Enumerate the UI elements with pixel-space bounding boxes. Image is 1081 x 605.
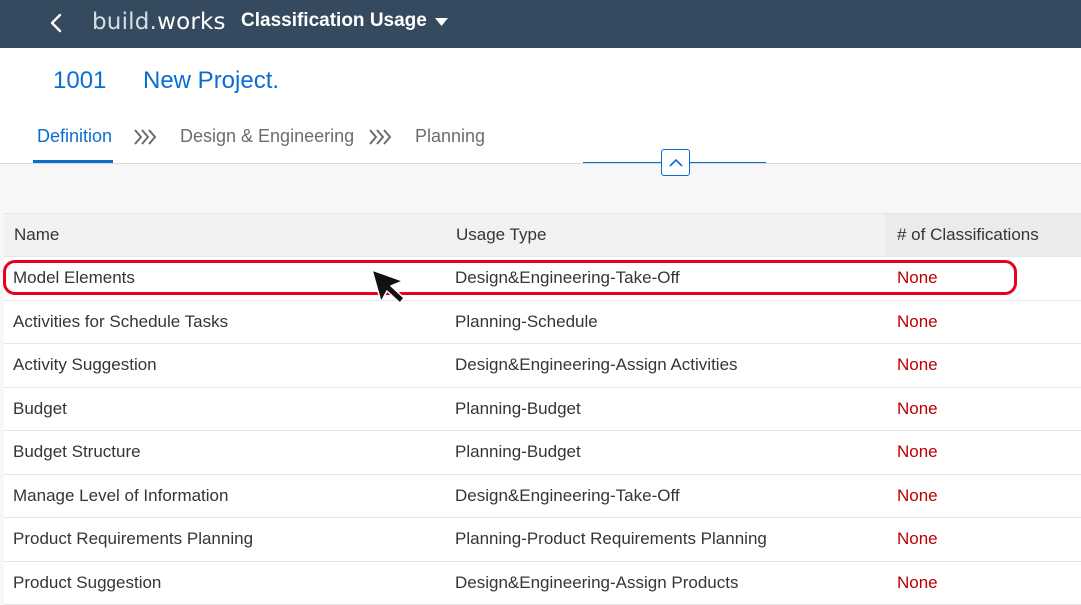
table-row[interactable]: Activities for Schedule Tasks Planning-S…: [4, 301, 1081, 345]
cell-name: Activities for Schedule Tasks: [13, 312, 228, 332]
chevron-left-icon: [49, 13, 63, 33]
cell-name: Budget: [13, 399, 67, 419]
table-row[interactable]: Product Requirements Planning Planning-P…: [4, 518, 1081, 562]
cell-usage-type: Planning-Product Requirements Planning: [455, 529, 767, 549]
cell-classifications: None: [897, 442, 938, 462]
cell-name: Model Elements: [13, 268, 135, 288]
process-tabs: Definition Design & Engineering Planning: [0, 112, 1081, 163]
chevron-up-icon: [669, 158, 683, 168]
cell-name: Product Suggestion: [13, 573, 161, 593]
table-row[interactable]: Activity Suggestion Design&Engineering-A…: [4, 344, 1081, 388]
cell-usage-type: Planning-Schedule: [455, 312, 598, 332]
chevrons-right-icon: [368, 128, 392, 146]
app-title-menu[interactable]: Classification Usage: [241, 10, 448, 32]
app-logo[interactable]: build.works: [92, 9, 226, 35]
object-page-header: 1001 New Project. Definition Design & En…: [0, 48, 1081, 164]
cell-classifications: None: [897, 529, 938, 549]
logo-strong: works: [157, 9, 226, 35]
cell-classifications: None: [897, 355, 938, 375]
table-row[interactable]: Model Elements Design&Engineering-Take-O…: [4, 257, 1081, 301]
table-row[interactable]: Budget Planning-Budget None: [4, 388, 1081, 432]
column-header-classifications[interactable]: # of Classifications: [897, 225, 1039, 245]
cell-classifications: None: [897, 573, 938, 593]
cell-classifications: None: [897, 268, 938, 288]
back-button[interactable]: [40, 6, 72, 40]
cell-name: Activity Suggestion: [13, 355, 157, 375]
column-header-usage-type[interactable]: Usage Type: [456, 225, 546, 245]
cell-usage-type: Planning-Budget: [455, 442, 581, 462]
tab-active-indicator: [33, 160, 113, 163]
logo-light: build.: [92, 9, 157, 35]
project-id: 1001: [53, 67, 106, 95]
cell-name: Budget Structure: [13, 442, 141, 462]
collapse-header-button[interactable]: [661, 149, 690, 176]
cell-usage-type: Design&Engineering-Assign Products: [455, 573, 739, 593]
column-header-name[interactable]: Name: [14, 225, 59, 245]
tab-design-engineering[interactable]: Design & Engineering: [180, 126, 354, 147]
table-row[interactable]: Budget Structure Planning-Budget None: [4, 431, 1081, 475]
table-header: Name Usage Type # of Classifications: [4, 214, 1081, 257]
table-row[interactable]: Manage Level of Information Design&Engin…: [4, 475, 1081, 519]
tab-planning[interactable]: Planning: [415, 126, 485, 147]
cell-classifications: None: [897, 399, 938, 419]
classification-usage-table: Name Usage Type # of Classifications Mod…: [4, 213, 1081, 605]
shell-bar: build.works Classification Usage: [0, 0, 1081, 48]
cell-name: Manage Level of Information: [13, 486, 228, 506]
cell-usage-type: Design&Engineering-Take-Off: [455, 268, 680, 288]
project-name: New Project.: [143, 67, 279, 95]
cell-name: Product Requirements Planning: [13, 529, 253, 549]
cell-classifications: None: [897, 312, 938, 332]
cell-classifications: None: [897, 486, 938, 506]
mouse-pointer-icon: [370, 268, 406, 306]
cell-usage-type: Design&Engineering-Take-Off: [455, 486, 680, 506]
table-row[interactable]: Product Suggestion Design&Engineering-As…: [4, 562, 1081, 605]
cell-usage-type: Design&Engineering-Assign Activities: [455, 355, 738, 375]
chevrons-right-icon: [133, 128, 157, 146]
app-title: Classification Usage: [241, 10, 427, 32]
caret-down-icon: [435, 18, 448, 27]
tab-definition[interactable]: Definition: [37, 126, 112, 147]
cell-usage-type: Planning-Budget: [455, 399, 581, 419]
